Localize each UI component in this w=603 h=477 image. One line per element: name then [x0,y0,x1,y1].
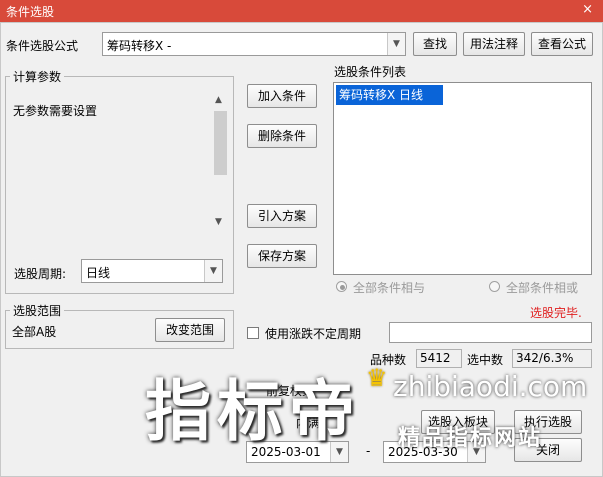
params-message: 无参数需要设置 [13,104,98,118]
watermark-logo: 指标帝 [145,373,361,450]
scroll-thumb[interactable] [214,111,227,175]
range-title: 选股范围 [10,302,65,319]
selected-value: 342/6.3% [512,349,592,368]
change-range-button[interactable]: 改变范围 [155,318,225,342]
condition-list-title: 选股条件列表 [334,65,407,79]
use-irregular-label: 使用涨跌不定周期 [265,327,362,341]
list-item[interactable]: 筹码转移X 日线 [336,85,443,105]
import-scheme-button[interactable]: 引入方案 [247,204,317,228]
range-value: 全部A股 [12,325,57,339]
count-value: 5412 [416,349,462,368]
usage-button[interactable]: 用法注释 [463,32,525,56]
chevron-down-icon[interactable]: ▼ [204,260,222,282]
formula-label: 条件选股公式 [6,39,79,53]
watermark-subtitle: 精品指标网站 [398,426,543,451]
chevron-down-icon[interactable]: ▼ [387,33,405,55]
use-irregular-checkbox[interactable] [247,327,259,339]
view-formula-button[interactable]: 查看公式 [531,32,593,56]
period-combo[interactable]: 日线 ▼ [81,259,223,283]
find-button[interactable]: 查找 [413,32,457,56]
window-title: 条件选股 [6,5,55,19]
or-label: 全部条件相或 [506,281,579,295]
params-scrollbar[interactable]: ▲ ▼ [212,93,229,231]
save-scheme-button[interactable]: 保存方案 [247,244,317,268]
date-separator: - [366,444,371,458]
period-label: 选股周期: [14,267,67,281]
params-title: 计算参数 [10,68,65,85]
period-value: 日线 [86,266,111,280]
scroll-down-icon[interactable]: ▼ [215,217,222,227]
watermark-url: zhibiaodi.com [393,370,588,403]
close-icon[interactable]: × [582,2,593,17]
formula-value: 筹码转移X - [107,39,172,53]
crown-icon: ♛ [366,364,388,392]
status-text: 选股完毕. [530,306,582,320]
formula-combo[interactable]: 筹码转移X - ▼ [102,32,406,56]
scroll-up-icon[interactable]: ▲ [215,95,222,105]
delete-condition-button[interactable]: 删除条件 [247,124,317,148]
and-label: 全部条件相与 [353,281,426,295]
irregular-period-input[interactable] [389,322,592,343]
condition-list[interactable]: 筹码转移X 日线 [333,82,592,275]
title-bar: 条件选股 × [0,0,603,22]
and-radio[interactable] [336,281,347,292]
add-condition-button[interactable]: 加入条件 [247,84,317,108]
selected-label: 选中数 [467,353,504,367]
or-radio[interactable] [489,281,500,292]
